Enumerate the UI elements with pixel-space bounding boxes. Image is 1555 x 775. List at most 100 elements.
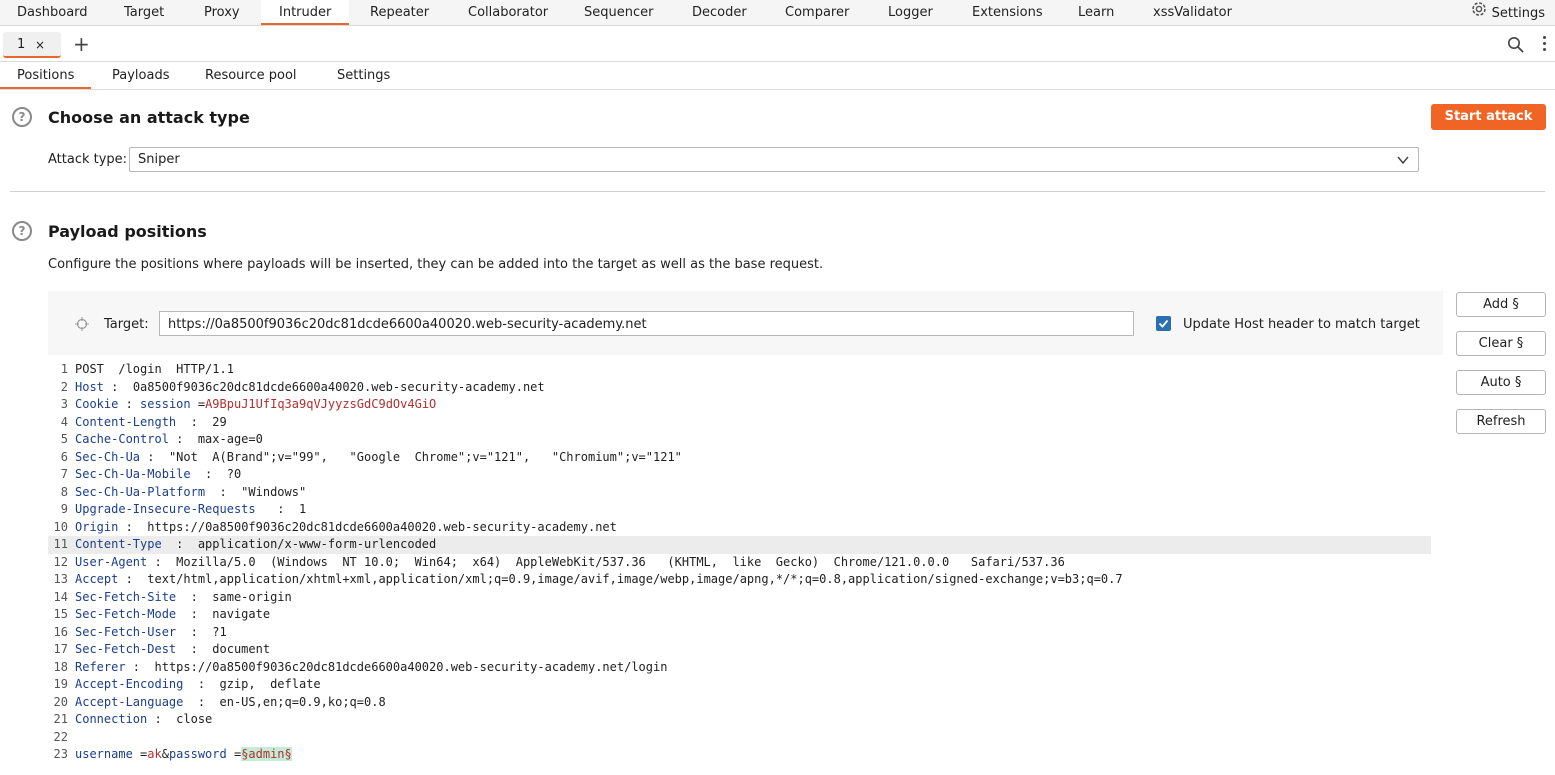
header-line: 3 Cookie : session =A9BpuJ1UfIq3a9qVJyyzs… [48, 396, 1431, 414]
header-separator: : [255, 502, 292, 516]
header-separator: : [176, 414, 206, 429]
header-separator: : [176, 589, 206, 604]
request-editor[interactable]: 1 POST /login HTTP/1.1 2 Host : 0a8500f903… [48, 361, 1443, 775]
attack-type-value: Sniper [138, 152, 180, 167]
nav-tab-repeater[interactable]: Repeater [370, 0, 429, 25]
cookie-value: A9BpuJ1UfIq3a9qVJyyzsGdC9dOv4GiO [205, 397, 437, 411]
nav-tab-decoder[interactable]: Decoder [692, 0, 747, 25]
close-icon[interactable]: × [35, 32, 45, 58]
header-separator: : [140, 449, 162, 464]
header-separator: : [205, 484, 234, 499]
update-host-checkbox[interactable] [1156, 316, 1171, 331]
header-separator: : [118, 397, 141, 411]
header-name: Sec-Ch-Ua-Mobile [75, 467, 191, 481]
header-separator: : [147, 554, 169, 569]
header-value: en-US,en;q=0.9,ko;q=0.8 [212, 694, 386, 709]
header-line: 7 Sec-Ch-Ua-Mobile : ?0 [48, 466, 1431, 484]
nav-tab-comparer[interactable]: Comparer [785, 0, 849, 25]
nav-tab-xssvalidator[interactable]: xssValidator [1153, 0, 1232, 25]
nav-tab-proxy[interactable]: Proxy [204, 0, 240, 25]
line-number: 3 [60, 397, 68, 411]
line-number: 23 [53, 747, 68, 761]
header-line: 4 Content-Length : 29 [48, 414, 1431, 432]
add-marker-button[interactable]: Add § [1456, 292, 1546, 317]
line-number: 14 [53, 589, 68, 604]
settings-label: Settings [1491, 6, 1545, 21]
param-separator: & [161, 747, 169, 761]
header-value: navigate [205, 607, 271, 621]
nav-tab-dashboard[interactable]: Dashboard [17, 0, 88, 25]
header-separator: : [176, 642, 206, 656]
header-line: 14 Sec-Fetch-Site : same-origin [48, 589, 1431, 607]
nav-tab-collaborator[interactable]: Collaborator [468, 0, 548, 25]
nav-tab-sequencer[interactable]: Sequencer [584, 0, 653, 25]
header-name: User-Agent [75, 554, 148, 569]
auto-markers-button[interactable]: Auto § [1456, 370, 1546, 395]
crosshair-icon [75, 317, 89, 335]
cookie-name: session [140, 397, 191, 411]
nav-tab-logger[interactable]: Logger [888, 0, 933, 25]
header-name: Cache-Control [75, 432, 169, 446]
nav-tab-extensions[interactable]: Extensions [972, 0, 1043, 25]
help-icon[interactable]: ? [12, 107, 32, 127]
tab-settings[interactable]: Settings [337, 63, 390, 89]
clear-markers-button[interactable]: Clear § [1456, 331, 1546, 356]
header-name: Origin [75, 519, 119, 534]
header-value: document [205, 642, 271, 656]
chevron-down-icon [1396, 153, 1410, 171]
refresh-button[interactable]: Refresh [1456, 409, 1546, 434]
header-value: 29 [205, 414, 227, 429]
line-number: 7 [60, 467, 68, 481]
target-panel: Target: https://0a8500f9036c20dc81dcde66… [48, 291, 1443, 355]
header-line: 12 User-Agent : Mozilla/5.0 (Windows NT 1… [48, 554, 1431, 572]
header-separator: : [161, 537, 191, 551]
target-url-input[interactable]: https://0a8500f9036c20dc81dcde6600a40020… [159, 311, 1134, 336]
header-line: 13 Accept : text/html,application/xhtml+x… [48, 571, 1431, 589]
header-value: max-age=0 [190, 432, 263, 446]
tab-resource-pool[interactable]: Resource pool [205, 63, 297, 89]
header-name: Sec-Ch-Ua-Platform [75, 484, 206, 499]
header-separator: : [147, 712, 169, 726]
header-name: Sec-Fetch-Site [75, 589, 177, 604]
body-line: 23 username =ak&password =§admin§ [48, 746, 1431, 764]
header-value: 1 [291, 502, 307, 516]
header-separator: : [176, 607, 206, 621]
header-value: https://0a8500f9036c20dc81dcde6600a40020… [147, 659, 668, 674]
target-label: Target: [104, 317, 149, 332]
tab-positions[interactable]: Positions [0, 63, 92, 89]
line-number: 1 [60, 362, 68, 376]
nav-tab-learn[interactable]: Learn [1078, 0, 1114, 25]
instance-tab-1[interactable]: 1 × [3, 32, 61, 58]
header-value: "Not A(Brand";v="99", "Google Chrome";v=… [161, 449, 682, 464]
header-separator: : [118, 572, 141, 586]
line-number: 11 [53, 537, 68, 551]
target-url-value: https://0a8500f9036c20dc81dcde6600a40020… [168, 317, 647, 332]
nav-tab-intruder[interactable]: Intruder [261, 0, 350, 25]
param-equals: = [132, 747, 148, 761]
line-number: 2 [60, 379, 68, 394]
line-number: 16 [53, 624, 68, 639]
nav-tab-target[interactable]: Target [124, 0, 164, 25]
line-number: 18 [53, 659, 68, 674]
cookie-equals: = [190, 397, 206, 411]
header-name: Sec-Ch-Ua [75, 449, 141, 464]
header-line: 2 Host : 0a8500f9036c20dc81dcde6600a40020… [48, 379, 1431, 397]
settings-button[interactable]: Settings [1470, 0, 1545, 25]
intruder-subtabs: Positions Payloads Resource pool Setting… [0, 63, 1555, 90]
search-icon[interactable] [1507, 36, 1525, 58]
header-name: Accept-Encoding [75, 677, 184, 691]
start-attack-button[interactable]: Start attack [1431, 104, 1546, 130]
new-tab-button[interactable]: + [73, 32, 90, 56]
header-name: Host [75, 379, 104, 394]
tab-payloads[interactable]: Payloads [112, 63, 169, 89]
line-number: 6 [60, 449, 68, 464]
attack-type-select[interactable]: Sniper [129, 147, 1419, 172]
payload-marker[interactable]: §admin§ [241, 747, 292, 761]
more-options-icon[interactable] [1543, 36, 1547, 54]
header-line: 20 Accept-Language : en-US,en;q=0.9,ko;q=… [48, 694, 1431, 712]
header-line: 21 Connection : close [48, 711, 1431, 729]
help-icon[interactable]: ? [12, 221, 32, 241]
request-line: 1 POST /login HTTP/1.1 [48, 361, 1431, 379]
line-number: 10 [53, 519, 68, 534]
header-value: https://0a8500f9036c20dc81dcde6600a40020… [140, 519, 617, 534]
